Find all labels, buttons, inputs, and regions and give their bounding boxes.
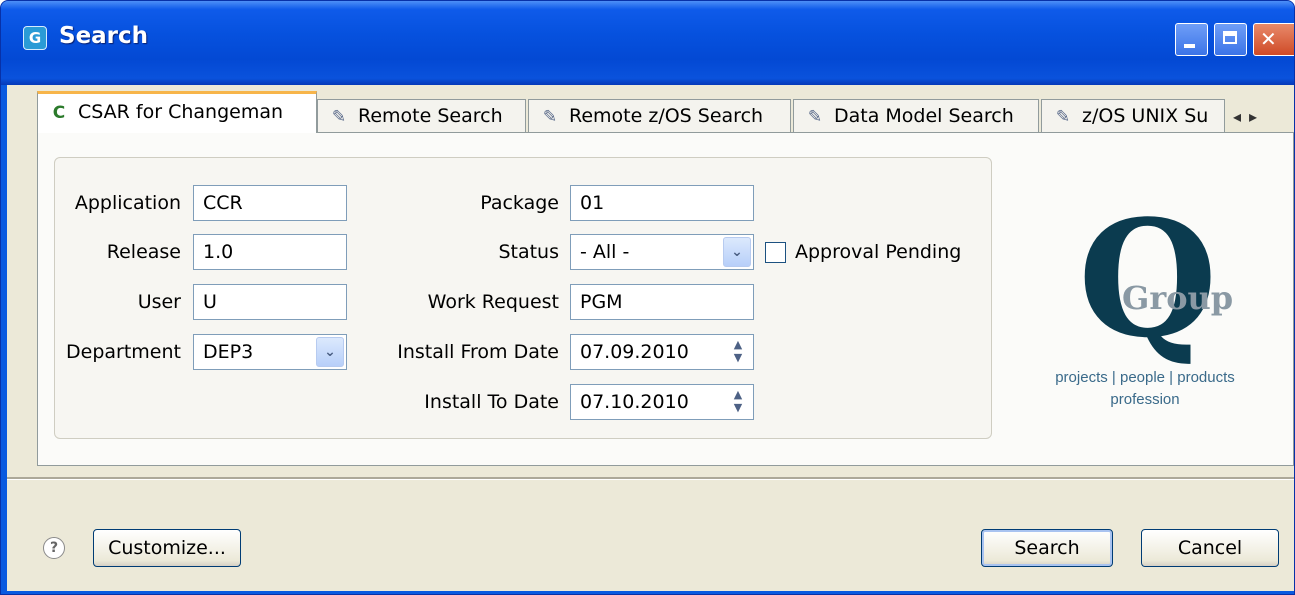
tab-remote-search[interactable]: ✎ Remote Search <box>317 99 526 132</box>
remote-search-icon: ✎ <box>331 107 347 127</box>
cancel-button[interactable]: Cancel <box>1141 529 1279 567</box>
search-button[interactable]: Search <box>981 529 1113 567</box>
status-label: Status <box>498 241 559 263</box>
app-icon: G <box>23 26 47 50</box>
tab-label: Data Model Search <box>834 105 1014 127</box>
package-label: Package <box>480 192 559 214</box>
remote-zos-search-icon: ✎ <box>542 107 558 127</box>
logo-tagline-line-1: projects | people | products <box>1055 369 1235 386</box>
title-bar[interactable]: G Search <box>1 1 1294 85</box>
qgroup-logo: Q Group projects | people | products pro… <box>1020 199 1270 433</box>
window-title: Search <box>59 23 149 49</box>
status-combo[interactable]: - All - ⌄ <box>570 234 754 270</box>
install-from-date-label: Install From Date <box>397 341 559 363</box>
help-icon[interactable]: ? <box>43 537 65 559</box>
minimize-button[interactable] <box>1175 23 1208 56</box>
tab-csar-for-changeman[interactable]: C CSAR for Changeman <box>37 91 317 133</box>
data-model-search-icon: ✎ <box>807 107 823 127</box>
package-input[interactable]: 01 <box>570 185 754 221</box>
logo-tagline: projects | people | products profession <box>1020 367 1270 411</box>
spinner-icon[interactable]: ▲ ▼ <box>726 338 750 366</box>
separator <box>7 477 1294 480</box>
user-label: User <box>137 291 181 313</box>
department-combo[interactable]: DEP3 ⌄ <box>193 334 347 370</box>
application-label: Application <box>74 192 181 214</box>
install-from-date-value: 07.09.2010 <box>580 341 689 363</box>
install-from-date-input[interactable]: 07.09.2010 ▲ ▼ <box>570 334 754 370</box>
search-dialog: G Search C CSAR for Changeman ✎ Remote Sea… <box>0 0 1295 595</box>
csar-tab-panel: Application CCR Release 1.0 User U Depar… <box>37 132 1294 466</box>
install-to-date-value: 07.10.2010 <box>580 391 689 413</box>
approval-pending-label[interactable]: Approval Pending <box>795 241 961 263</box>
maximize-button[interactable] <box>1214 23 1247 56</box>
department-value: DEP3 <box>203 341 254 363</box>
status-value: - All - <box>580 241 630 263</box>
search-criteria-group: Application CCR Release 1.0 User U Depar… <box>54 157 992 439</box>
tab-data-model-search[interactable]: ✎ Data Model Search <box>793 99 1039 132</box>
release-label: Release <box>106 241 181 263</box>
release-input[interactable]: 1.0 <box>193 234 347 270</box>
tab-label: Remote z/OS Search <box>569 105 764 127</box>
chevron-down-icon[interactable]: ⌄ <box>316 337 344 367</box>
install-to-date-input[interactable]: 07.10.2010 ▲ ▼ <box>570 384 754 420</box>
chevron-left-icon[interactable]: ◂ <box>1233 107 1249 126</box>
tab-folder: C CSAR for Changeman ✎ Remote Search ✎ Remo… <box>37 91 1294 466</box>
zos-unix-search-icon: ✎ <box>1055 107 1071 127</box>
department-label: Department <box>66 341 181 363</box>
work-request-input[interactable]: PGM <box>570 284 754 320</box>
customize-button[interactable]: Customize... <box>93 529 241 567</box>
tab-label: Remote Search <box>358 105 503 127</box>
work-request-label: Work Request <box>427 291 559 313</box>
application-input[interactable]: CCR <box>193 185 347 221</box>
tab-label: CSAR for Changeman <box>78 101 284 123</box>
csar-icon: C <box>52 103 66 123</box>
tab-label: z/OS UNIX Su <box>1082 105 1209 127</box>
tab-remote-zos-search[interactable]: ✎ Remote z/OS Search <box>528 99 791 132</box>
tab-scroll-arrows[interactable]: ◂▸ <box>1233 107 1265 126</box>
close-button[interactable] <box>1253 23 1294 56</box>
chevron-right-icon[interactable]: ▸ <box>1249 107 1265 126</box>
logo-word: Group <box>1122 279 1234 317</box>
logo-tagline-line-2: profession <box>1110 391 1180 408</box>
approval-pending-checkbox[interactable] <box>765 242 786 263</box>
spinner-icon[interactable]: ▲ ▼ <box>726 388 750 416</box>
chevron-down-icon[interactable]: ⌄ <box>723 237 751 267</box>
tab-zos-unix-search[interactable]: ✎ z/OS UNIX Su <box>1041 99 1225 132</box>
install-to-date-label: Install To Date <box>424 391 559 413</box>
dialog-client-area: C CSAR for Changeman ✎ Remote Search ✎ Remo… <box>7 85 1294 591</box>
user-input[interactable]: U <box>193 284 347 320</box>
